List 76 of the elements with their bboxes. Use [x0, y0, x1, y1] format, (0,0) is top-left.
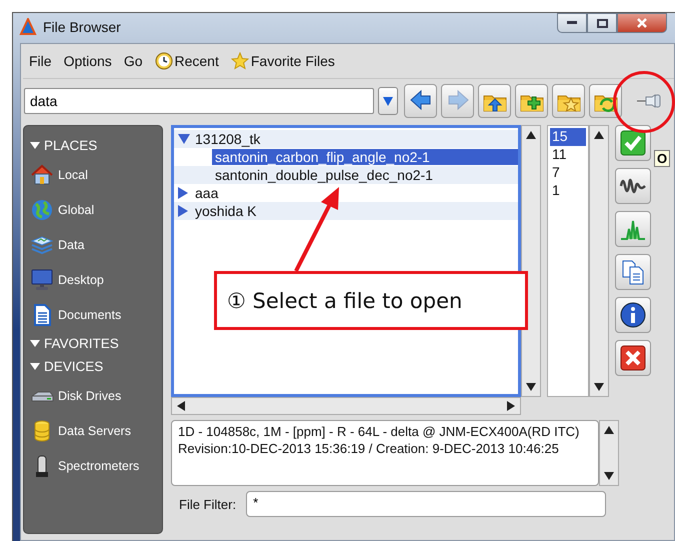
menu-item[interactable]: Options: [64, 53, 112, 69]
expanded-triangle-icon: [30, 142, 40, 150]
window-title: File Browser: [43, 19, 121, 35]
file-info-text: 1D - 104858c, 1M - [ppm] - R - 64L - delta @ JNM-ECX400A(RD ITC) Revision:10-DEC-2013 15:36:19 / Creation: 9-DEC-2013 10:46:25: [171, 420, 599, 486]
minimize-button[interactable]: [557, 13, 587, 33]
sidebar-item[interactable]: Documents: [30, 297, 162, 332]
menu-item[interactable]: Go: [124, 53, 142, 69]
tool-button[interactable]: [615, 340, 651, 376]
expanded-triangle-icon: [30, 362, 40, 370]
close-icon: [637, 18, 647, 28]
horizontal-scrollbar[interactable]: [171, 397, 521, 415]
maximize-icon: [596, 18, 608, 28]
sidebar-item[interactable]: Desktop: [30, 262, 162, 297]
menu-item[interactable]: Recent: [154, 52, 219, 70]
checkmark-icon: [619, 129, 647, 157]
annotation-callout: ① Select a file to open: [214, 271, 528, 330]
tooltip: O: [654, 150, 670, 167]
file-filter-field[interactable]: *: [246, 491, 606, 517]
down-arrow-icon[interactable]: [604, 472, 614, 480]
toolbar-button[interactable]: [404, 84, 437, 118]
expanded-triangle-icon[interactable]: [178, 134, 190, 144]
sidebar-item[interactable]: Global: [30, 192, 162, 227]
monitor-icon: [30, 268, 54, 292]
expanded-triangle-icon: [30, 340, 40, 348]
tool-button[interactable]: [615, 168, 651, 204]
toolbar-button[interactable]: [478, 84, 511, 118]
up-arrow-icon[interactable]: [594, 131, 604, 139]
folder-row[interactable]: yoshida K: [192, 203, 260, 219]
count-item[interactable]: 1: [550, 182, 586, 200]
info-icon: [619, 301, 647, 329]
toolbar-button[interactable]: [515, 84, 548, 118]
path-field[interactable]: data: [24, 88, 374, 114]
section-header[interactable]: FAVORITES: [30, 332, 162, 355]
sidebar-item[interactable]: Data Servers: [30, 413, 162, 448]
section-header[interactable]: PLACES: [30, 134, 162, 157]
toolbar-button[interactable]: [589, 84, 622, 118]
left-arrow-icon[interactable]: [177, 401, 185, 411]
globe-icon: [30, 198, 54, 222]
tool-button[interactable]: [615, 254, 651, 290]
folder-row[interactable]: aaa: [192, 185, 222, 201]
collapsed-triangle-icon[interactable]: [178, 187, 188, 199]
menu-item[interactable]: File: [29, 53, 52, 69]
close-button[interactable]: [617, 13, 667, 33]
clock-icon: [154, 52, 172, 70]
count-item[interactable]: 15: [550, 128, 586, 146]
vertical-scrollbar[interactable]: [589, 125, 609, 397]
vertical-scrollbar[interactable]: [521, 125, 541, 397]
house-icon: [30, 162, 54, 186]
down-arrow-icon[interactable]: [594, 383, 604, 391]
minimize-icon: [567, 21, 577, 25]
toolbar-button[interactable]: [552, 84, 585, 118]
section-header[interactable]: DEVICES: [30, 355, 162, 378]
app-logo-icon: [19, 18, 37, 36]
sidebar-item[interactable]: Spectrometers: [30, 448, 162, 483]
caret-icon: [383, 96, 393, 106]
tool-button[interactable]: [615, 297, 651, 333]
sidebar-item[interactable]: Data: [30, 227, 162, 262]
right-arrow-icon[interactable]: [507, 401, 515, 411]
menu-item[interactable]: Favorite Files: [230, 52, 335, 70]
up-arrow-icon[interactable]: [604, 426, 614, 434]
sidebar-item[interactable]: Disk Drives: [30, 378, 162, 413]
file-row[interactable]: santonin_carbon_flip_angle_no2-1: [212, 149, 518, 165]
vertical-scrollbar[interactable]: [599, 420, 619, 486]
cancel-x-icon: [619, 344, 647, 372]
collapsed-triangle-icon[interactable]: [178, 205, 188, 217]
star-icon: [230, 52, 249, 70]
dropdown-button[interactable]: [378, 87, 398, 115]
file-filter-label: File Filter:: [179, 496, 236, 512]
count-item[interactable]: 11: [550, 146, 586, 164]
down-arrow-icon[interactable]: [526, 383, 536, 391]
maximize-button[interactable]: [587, 13, 617, 33]
count-item[interactable]: 7: [550, 164, 586, 182]
up-arrow-icon[interactable]: [526, 131, 536, 139]
highlight-circle: [613, 71, 675, 133]
folder-row[interactable]: 131208_tk: [192, 131, 264, 147]
sidebar-item[interactable]: Local: [30, 157, 162, 192]
